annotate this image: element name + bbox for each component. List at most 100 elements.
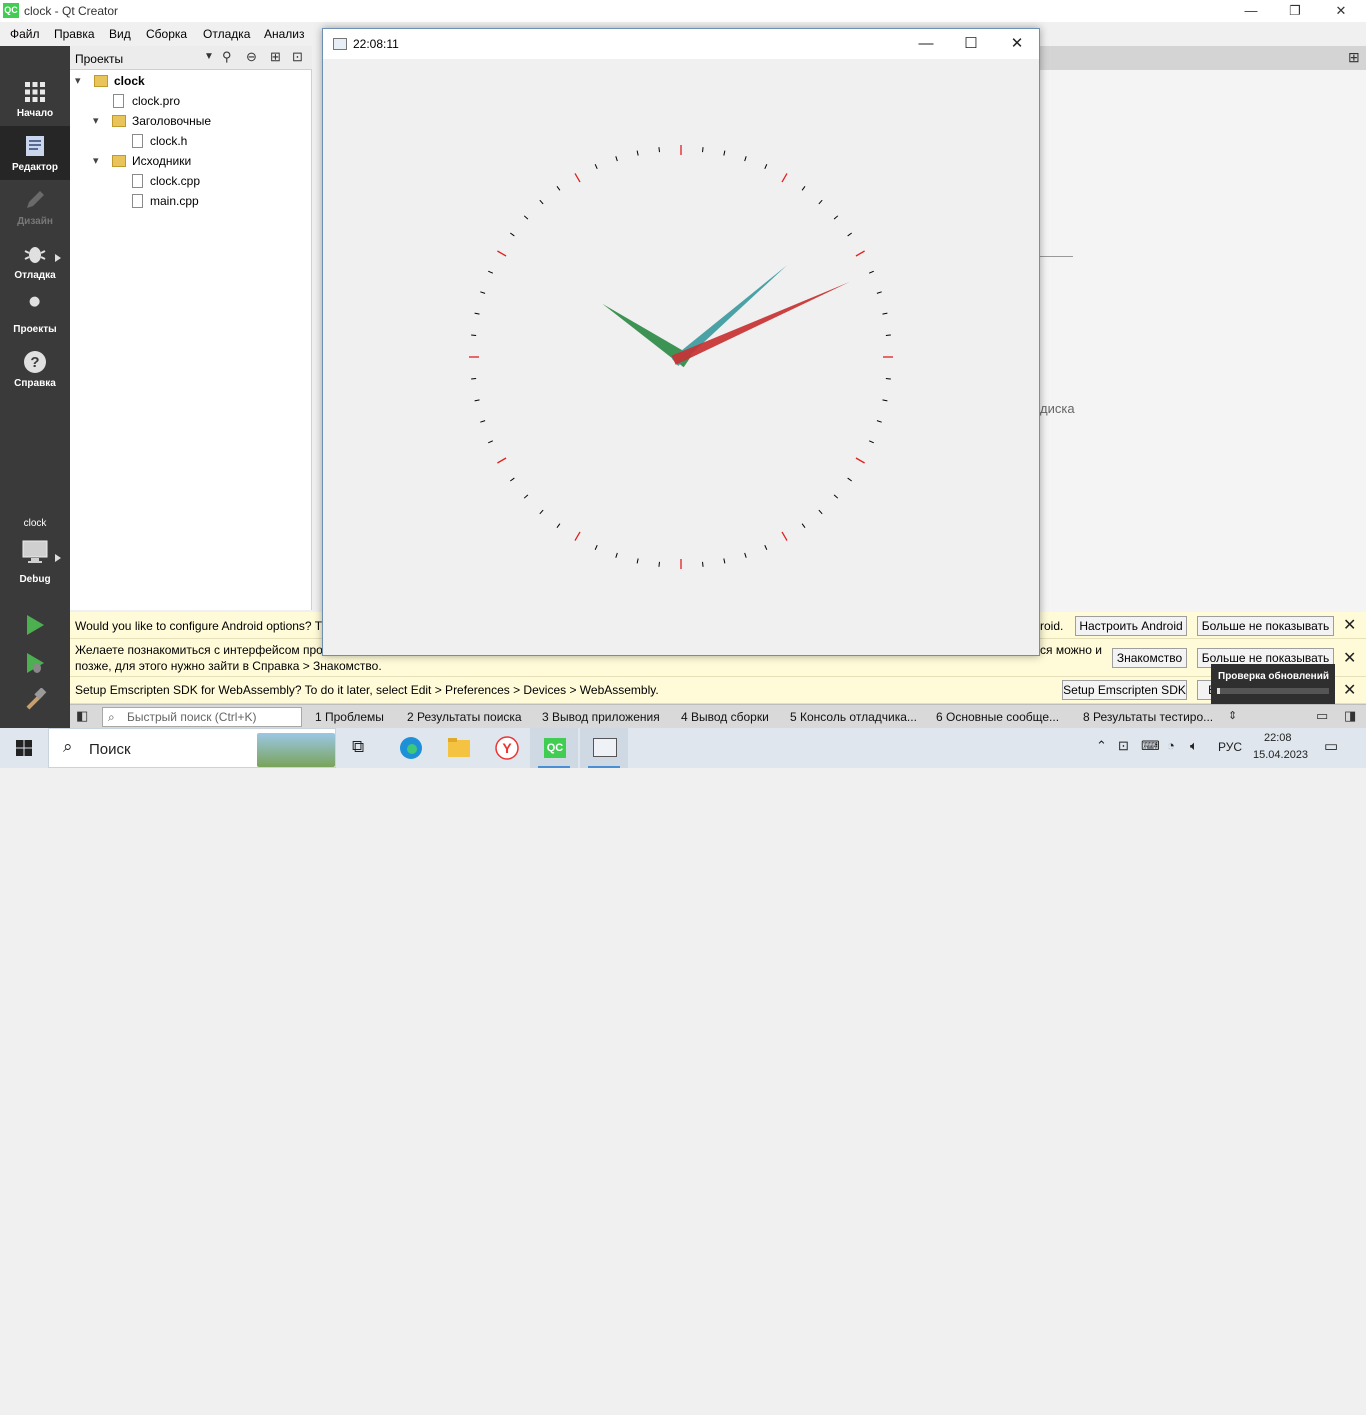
clock-time[interactable]: 22:08 [1264,732,1292,744]
tree-item-main-cpp[interactable]: main.cpp [70,191,312,211]
pen-icon [27,191,44,208]
close-button[interactable]: ✕ [994,29,1040,59]
menu-view[interactable]: Вид [109,27,131,41]
menu-debug[interactable]: Отладка [203,27,250,41]
tree-item-clock-cpp[interactable]: clock.cpp [70,171,312,191]
hour-tick [497,457,507,464]
edge-app[interactable] [386,728,434,768]
close-button[interactable]: ✕ [1318,0,1364,22]
cpp-file-icon [132,194,143,208]
windows-taskbar: ⌕ Поиск ⧉ Y QC ⌃ ⊡ ⌨ ◔ 🔈︎ РУС 22:08 15.0… [0,728,1366,768]
toggle-sidebar-icon[interactable]: ◧ [76,708,88,724]
minute-tick [744,156,747,162]
locator-input[interactable]: Быстрый поиск (Ctrl+K) [102,707,302,727]
monitor-icon [22,540,48,563]
tab-test-results[interactable]: 8 Результаты тестиро... [1083,710,1213,724]
task-view-button[interactable]: ⧉ [338,728,386,768]
input-indicator-icon[interactable]: ⌨ [1141,738,1160,754]
filter-icon[interactable]: ⚲ [222,49,232,65]
progress-fill [1217,688,1220,694]
tray-chevron-up-icon[interactable]: ⌃ [1096,738,1107,754]
tab-application-output[interactable]: 3 Вывод приложения [542,710,660,724]
projects-view-selector[interactable]: Проекты [75,52,123,66]
tree-item-clock-h[interactable]: clock.h [70,131,312,151]
minute-tick [480,420,486,423]
tree-item-headers[interactable]: ▾ Заголовочные [70,111,312,131]
minute-tick [764,544,768,550]
clock-app-taskbar[interactable] [580,728,628,768]
tree-item-sources[interactable]: ▾ Исходники [70,151,312,171]
tree-item-pro[interactable]: clock.pro [70,91,312,111]
window-title: clock - Qt Creator [24,4,119,18]
tab-compile-output[interactable]: 4 Вывод сборки [681,710,769,724]
language-indicator[interactable]: РУС [1218,740,1242,754]
debug-run-button[interactable] [22,650,48,676]
close-panel-icon[interactable]: ⊡ [292,49,303,65]
minimize-button[interactable]: — [1228,0,1274,22]
maximize-button[interactable]: ☐ [948,29,994,59]
minute-tick [818,509,823,515]
minute-tick [523,215,529,220]
mode-debug[interactable]: Отладка [0,234,70,288]
build-button[interactable] [22,687,48,714]
tree-item-project[interactable]: ▾ clock [70,71,312,91]
link-icon[interactable]: ⊖ [246,49,257,65]
minute-tick [658,147,660,153]
menu-analyze[interactable]: Анализ [264,27,305,41]
kit-selector[interactable]: Debug [0,534,70,592]
meet-now-icon[interactable]: ⊡ [1118,738,1129,754]
chevron-updown-icon[interactable]: ⇕ [1228,709,1237,722]
dont-show-again-button[interactable]: Больше не показывать [1197,616,1334,636]
configure-android-button[interactable]: Настроить Android [1075,616,1187,636]
tab-debugger-console[interactable]: 5 Консоль отладчика... [790,710,917,724]
tab-search-results[interactable]: 2 Результаты поиска [407,710,522,724]
toggle-right-sidebar-icon[interactable]: ◨ [1344,708,1356,724]
split-icon[interactable]: ⊞ [1348,49,1360,66]
update-check-popup: Проверка обновлений [1211,664,1335,704]
run-button[interactable] [22,612,48,638]
start-button[interactable] [0,728,48,768]
minute-tick [833,215,839,220]
close-icon[interactable]: ✕ [1343,680,1356,700]
qt-creator-titlebar: QC clock - Qt Creator — ❐ ✕ [0,0,1366,22]
svg-text:?: ? [30,354,39,371]
yandex-browser-app[interactable]: Y [482,728,530,768]
cpp-file-icon [132,174,143,188]
menu-edit[interactable]: Правка [54,27,95,41]
tab-general-messages[interactable]: 6 Основные сообще... [936,710,1059,724]
tab-issues[interactable]: 1 Проблемы [315,710,384,724]
notifications-icon[interactable]: ▭ [1324,737,1338,755]
close-icon[interactable]: ✕ [1343,648,1356,668]
mode-projects[interactable]: Проекты [0,288,70,342]
expand-arrow-icon[interactable]: ▾ [75,71,81,91]
take-tour-button[interactable]: Знакомство [1112,648,1187,668]
mode-help[interactable]: ? Справка [0,342,70,396]
setup-emscripten-button[interactable]: Setup Emscripten SDK [1062,680,1187,700]
mode-editor[interactable]: Редактор [0,126,70,180]
explorer-app[interactable] [434,728,482,768]
split-icon[interactable]: ⊞ [270,49,281,65]
close-icon[interactable]: ✕ [1343,615,1356,635]
mode-design[interactable]: Дизайн [0,180,70,234]
progress-details-icon[interactable]: ▭ [1316,708,1328,724]
restore-button[interactable]: ❐ [1272,0,1318,22]
app-window-icon [593,738,617,757]
clock-date[interactable]: 15.04.2023 [1253,749,1308,761]
hour-tick [574,173,581,183]
expand-arrow-icon[interactable]: ▾ [93,151,99,171]
minute-tick [636,558,639,564]
network-icon[interactable]: ◔ [1167,738,1175,753]
minute-tick [594,544,598,550]
minimize-button[interactable]: — [903,29,949,59]
minute-tick [615,552,618,558]
chevron-down-icon[interactable]: ▼ [204,51,214,62]
minute-tick [471,378,477,380]
expand-arrow-icon[interactable]: ▾ [93,111,99,131]
qt-creator-app[interactable]: QC [530,728,578,768]
minute-tick [471,334,477,336]
taskbar-search-box[interactable]: ⌕ Поиск [48,728,336,768]
volume-icon[interactable]: 🔈︎ [1190,738,1198,754]
menu-build[interactable]: Сборка [146,27,187,41]
mode-welcome[interactable]: Начало [0,72,70,126]
menu-file[interactable]: Файл [10,27,40,41]
